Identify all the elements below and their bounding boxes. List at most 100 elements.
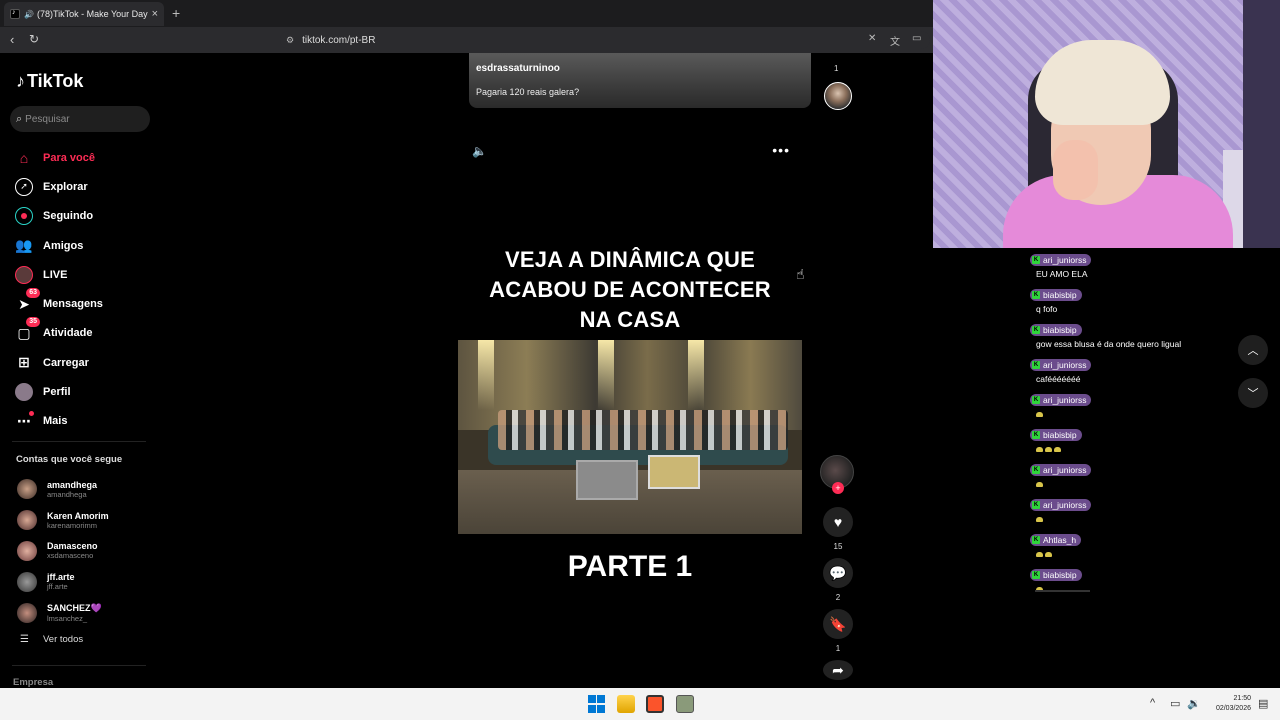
share-icon[interactable]: ➦ [823, 660, 853, 680]
translate-icon[interactable]: 文 [890, 33, 900, 48]
nav-item-perfil[interactable]: Perfil [14, 377, 103, 406]
brave-browser-icon[interactable] [646, 695, 664, 713]
chat-emotes [1036, 409, 1260, 419]
account-name: amandhega [47, 479, 98, 490]
previous-creator-avatar[interactable] [824, 82, 852, 110]
chat-username: Kbiabisbip [1030, 324, 1082, 336]
back-icon[interactable]: ‹ [10, 32, 14, 47]
nav-item-amigos[interactable]: 👥 Amigos [14, 231, 103, 260]
video-actions: + ♥ 15 💬 2 🔖 1 ➦ [820, 455, 856, 686]
emote-icon [1045, 552, 1052, 557]
video-player[interactable]: 🔈 ••• VEJA A DINÂMICA QUE ACABOU DE ACON… [458, 130, 802, 688]
following-item[interactable]: jff.arte jff.arte [17, 566, 109, 597]
previous-video-card[interactable]: esdrassaturninoo Pagaria 120 reais galer… [469, 53, 811, 108]
chat-username: Kari_juniorss [1030, 254, 1092, 266]
creator-avatar[interactable]: + [820, 455, 854, 494]
comment-icon[interactable]: 💬 [823, 558, 853, 588]
chat-message: Kbiabisbip [1030, 423, 1260, 454]
video-headline: VEJA A DINÂMICA QUE ACABOU DE ACONTECER … [458, 245, 802, 335]
nav-label: Seguindo [43, 210, 94, 223]
system-clock[interactable]: 21:50 02/03/2026 [1205, 694, 1251, 714]
following-item[interactable]: SANCHEZ💜 lmsanchez_ [17, 597, 109, 628]
heart-icon[interactable]: ♥ [823, 507, 853, 537]
headline-line: NA CASA [579, 307, 681, 332]
tab-close-button[interactable]: × [152, 8, 158, 20]
nav-item-mensagens[interactable]: ➤ 63 Mensagens [14, 288, 103, 318]
app-icon[interactable] [676, 695, 694, 713]
cast-icon[interactable]: ▭ [912, 33, 921, 44]
chevron-down-icon: ﹀ [1247, 388, 1259, 400]
following-item[interactable]: amandhega amandhega [17, 474, 109, 505]
logo-text: TikTok [27, 71, 84, 91]
previous-video-author[interactable]: esdrassaturninoo [476, 63, 560, 74]
clock-time: 21:50 [1233, 695, 1251, 702]
file-explorer-icon[interactable] [617, 695, 635, 713]
previous-video-count: 1 [834, 64, 839, 73]
notifications-icon[interactable]: ▤ [1258, 697, 1268, 710]
browser-tab[interactable]: 🔊 (78)TikTok - Make Your Day × [4, 2, 164, 26]
nav-item-seguindo[interactable]: Seguindo [14, 202, 103, 231]
nav-label: Mensagens [43, 298, 103, 311]
chat-text: cafééééééé [1036, 374, 1081, 384]
url-field[interactable]: ⚙ tiktok.com/pt-BR [280, 31, 930, 49]
next-video-button[interactable]: ﹀ [1238, 378, 1268, 408]
chat-username: Kari_juniorss [1030, 464, 1092, 476]
follow-plus-icon[interactable]: + [832, 482, 844, 494]
chat-message: Kbiabisbip gow essa blusa é da onde quer… [1030, 318, 1260, 349]
stream-chat: Kari_juniorss EU AMO ELA Kbiabisbip q fo… [1030, 248, 1260, 598]
activity-icon: ▢ 35 [14, 317, 40, 343]
headline-line: VEJA A DINÂMICA QUE [505, 247, 755, 272]
volume-tray-icon[interactable]: 🔉 [1187, 697, 1201, 710]
avatar [17, 479, 37, 500]
more-options-icon[interactable]: ••• [772, 142, 790, 158]
share-action[interactable]: ➦ [820, 660, 856, 680]
search-icon: ⌕ [16, 112, 23, 125]
nav-item-mais[interactable]: ⋯ Mais [14, 407, 103, 436]
nav-label: Mais [43, 415, 68, 428]
previous-video-button[interactable]: ︿ [1238, 335, 1268, 365]
webcam-overlay [933, 0, 1280, 248]
kick-icon: K [1032, 256, 1040, 264]
mute-site-icon[interactable]: ✕ [868, 33, 876, 44]
audio-playing-icon[interactable]: 🔊 [24, 10, 34, 19]
following-item[interactable]: Damasceno xsdamasceno [17, 536, 109, 567]
chat-message: Kari_juniorss EU AMO ELA [1030, 248, 1260, 279]
nav-item-live[interactable]: LIVE [14, 260, 103, 289]
chat-message: Kbiabisbip q fofo [1030, 283, 1260, 314]
see-all-button[interactable]: ☰ Ver todos [20, 634, 83, 645]
tiktok-favicon-icon [10, 9, 20, 19]
new-tab-button[interactable]: + [172, 5, 180, 21]
nav-item-explorar[interactable]: ➚ Explorar [14, 172, 103, 201]
account-name: Damasceno [47, 541, 98, 552]
messages-badge: 63 [26, 288, 40, 299]
bookmark-icon[interactable]: 🔖 [823, 609, 853, 639]
kick-icon: K [1032, 571, 1040, 579]
tiktok-logo[interactable]: ♪ TikTok [16, 71, 83, 92]
comment-action[interactable]: 💬 2 [820, 558, 856, 603]
volume-icon[interactable]: 🔈 [472, 144, 487, 158]
reload-icon[interactable]: ↻ [29, 32, 39, 46]
chat-text: EU AMO ELA [1036, 269, 1088, 279]
profile-icon [14, 382, 34, 402]
following-section-title: Contas que você segue [16, 454, 123, 465]
video-frame-image [458, 340, 802, 534]
browser-tab-bar: 🔊 (78)TikTok - Make Your Day × + [0, 0, 933, 27]
tiktok-note-icon: ♪ [16, 71, 25, 91]
windows-start-icon[interactable] [588, 695, 606, 713]
chat-emotes [1036, 584, 1260, 594]
like-action[interactable]: ♥ 15 [820, 507, 856, 552]
search-input[interactable]: ⌕ Pesquisar [10, 106, 150, 132]
like-count: 15 [833, 542, 843, 551]
show-hidden-icons-icon[interactable]: ^ [1150, 697, 1155, 709]
save-action[interactable]: 🔖 1 [820, 609, 856, 654]
footer-link-empresa[interactable]: Empresa [13, 677, 53, 688]
chat-username: Kbiabisbip [1030, 569, 1082, 581]
site-info-icon[interactable]: ⚙ [286, 35, 294, 46]
network-icon[interactable]: ▭ [1170, 697, 1180, 710]
nav-item-para-voce[interactable]: ⌂ Para você [14, 143, 103, 172]
nav-item-atividade[interactable]: ▢ 35 Atividade [14, 317, 103, 348]
chat-message: Kari_juniorss cafééééééé [1030, 353, 1260, 384]
account-name: jff.arte [47, 572, 75, 583]
following-item[interactable]: Karen Amorim karenamorimm [17, 505, 109, 536]
nav-item-carregar[interactable]: ⊞ Carregar [14, 348, 103, 377]
